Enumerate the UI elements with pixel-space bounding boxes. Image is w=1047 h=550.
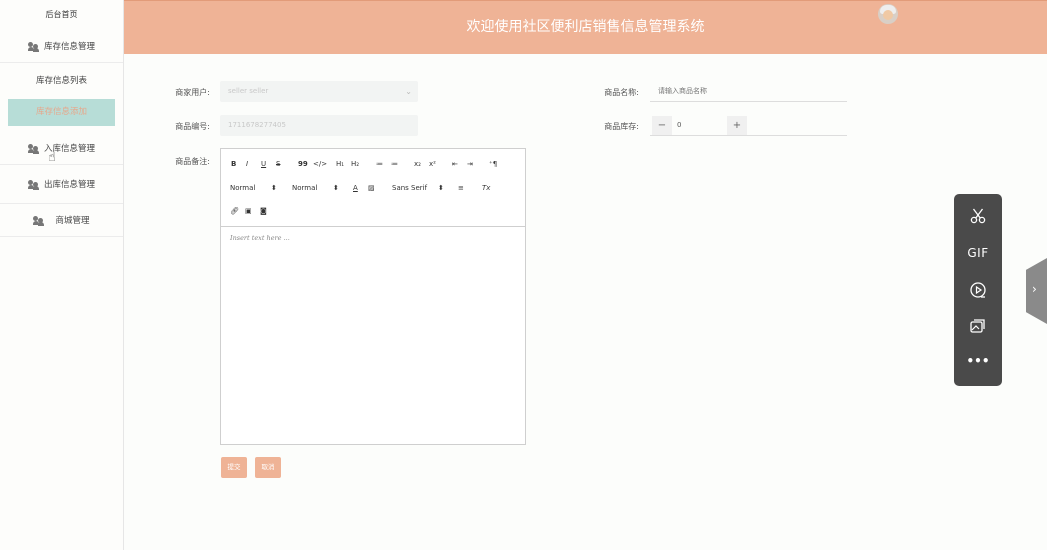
submit-button[interactable]: 提交 [221, 457, 247, 478]
chevron-right-icon: › [1032, 282, 1037, 296]
merchant-select[interactable]: seller seller ⌄ [220, 81, 418, 102]
avatar-face [883, 10, 893, 20]
indent-button[interactable]: ⇥ [467, 160, 473, 168]
page-title: 欢迎使用社区便利店销售信息管理系统 [466, 19, 705, 35]
sidebar-item-label: 出库信息管理 [43, 180, 95, 190]
outdent-button[interactable]: ⇤ [452, 160, 458, 168]
chevron-updown-icon: ⬍ [438, 184, 444, 192]
header-select[interactable]: Normal [292, 184, 317, 192]
align-button[interactable]: ≡ [458, 184, 464, 192]
sidebar-item-inventory[interactable]: 库存信息管理 [0, 30, 123, 63]
clean-format-button[interactable]: Tx [482, 184, 490, 192]
stock-value[interactable]: 0 [677, 115, 681, 136]
h1-button[interactable]: H₁ [336, 160, 344, 168]
product-no-field: 1711678277405 [220, 115, 418, 136]
product-no-label: 商品编号: [175, 122, 210, 131]
sidebar-item-stock-in[interactable]: 入库信息管理 [0, 132, 123, 165]
sidebar-subitem-inventory-list[interactable]: 库存信息列表 [0, 63, 123, 99]
code-button[interactable]: </> [313, 160, 327, 168]
image-icon[interactable]: ▣ [245, 207, 252, 215]
sidebar-subitem-inventory-add[interactable]: 库存信息添加 [8, 99, 115, 126]
header-bar: 欢迎使用社区便利店销售信息管理系统 [124, 0, 1047, 54]
link-icon[interactable]: 🔗︎ [230, 207, 239, 215]
increment-button[interactable]: + [727, 116, 747, 135]
product-name-label: 商品名称: [604, 88, 639, 97]
chevron-updown-icon: ⬍ [271, 184, 277, 192]
sidebar-home-link[interactable]: 后台首页 [0, 0, 123, 30]
bold-button[interactable]: B [231, 160, 236, 168]
font-select[interactable]: Sans Serif [392, 184, 427, 192]
users-icon [27, 41, 39, 52]
merchant-label: 商家用户: [175, 88, 210, 97]
background-color-button[interactable]: ▨ [368, 184, 375, 192]
users-icon [27, 143, 39, 154]
sidebar-item-label: 商城管理 [55, 216, 90, 226]
gif-button[interactable]: GIF [954, 246, 1002, 260]
superscript-button[interactable]: x² [429, 160, 436, 168]
underline-button[interactable]: U [261, 160, 266, 168]
ordered-list-button[interactable]: ≔ [376, 160, 383, 168]
chevron-down-icon: ⌄ [405, 87, 412, 96]
strike-button[interactable]: S [276, 160, 280, 168]
users-icon [27, 179, 39, 190]
merchant-select-value: seller seller [228, 87, 269, 95]
font-color-button[interactable]: A [353, 184, 358, 192]
subscript-button[interactable]: x₂ [414, 160, 421, 168]
rtl-button[interactable]: ⁺¶ [489, 160, 497, 168]
sidebar-item-stock-out[interactable]: 出库信息管理 [0, 165, 123, 204]
quote-button[interactable]: 99 [298, 160, 308, 168]
floating-tool-panel: GIF ••• [954, 194, 1002, 386]
editor-placeholder: Insert text here ... [230, 234, 290, 242]
sidebar-item-label: 库存信息管理 [43, 42, 95, 52]
remark-label: 商品备注: [175, 157, 210, 166]
more-icon[interactable]: ••• [954, 354, 1002, 368]
chevron-updown-icon: ⬍ [333, 184, 339, 192]
h2-button[interactable]: H₂ [351, 160, 359, 168]
product-name-input[interactable] [650, 81, 847, 102]
stock-stepper[interactable]: − 0 + [650, 115, 847, 136]
record-icon[interactable] [954, 281, 1002, 301]
users-icon [33, 215, 45, 226]
sidebar: 后台首页 库存信息管理 库存信息列表 库存信息添加 入库信息管理 出库信息管理 … [0, 0, 124, 550]
decrement-button[interactable]: − [652, 116, 672, 135]
cancel-button[interactable]: 取消 [255, 457, 281, 478]
hand-cursor-icon: ☝ [48, 150, 56, 165]
size-select[interactable]: Normal [230, 184, 255, 192]
stock-label: 商品库存: [604, 122, 639, 131]
avatar[interactable] [878, 4, 898, 24]
editor-toolbar: B I U S 99 </> H₁ H₂ ≔ ≔ x₂ x² ⇤ ⇥ ⁺¶ No… [221, 149, 525, 227]
gallery-icon[interactable] [954, 317, 1002, 337]
italic-button[interactable]: I [246, 160, 248, 168]
rich-text-editor[interactable]: B I U S 99 </> H₁ H₂ ≔ ≔ x₂ x² ⇤ ⇥ ⁺¶ No… [220, 148, 526, 445]
sidebar-item-mall[interactable]: 商城管理 [0, 204, 123, 237]
video-icon[interactable]: ◙ [260, 207, 267, 215]
scissors-icon[interactable] [954, 207, 1002, 227]
bullet-list-button[interactable]: ≔ [391, 160, 398, 168]
